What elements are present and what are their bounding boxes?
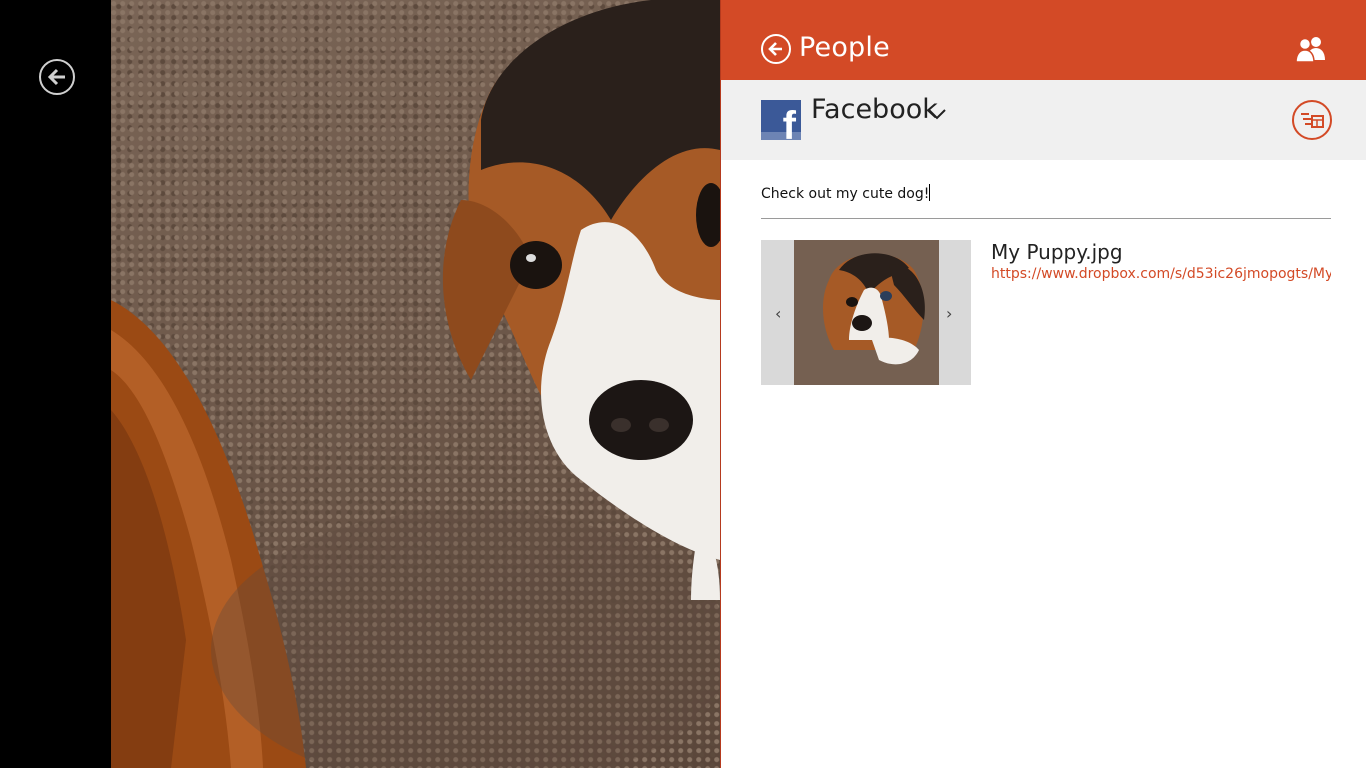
sharing-options-button[interactable] [1292, 100, 1332, 140]
attachment-file-name: My Puppy.jpg [991, 240, 1123, 264]
header-back-button[interactable] [761, 34, 791, 64]
next-image-button[interactable]: › [946, 304, 952, 323]
app-back-button[interactable] [39, 59, 75, 95]
message-input[interactable]: Check out my cute dog! [761, 184, 1331, 219]
attachment-preview: ‹ › [761, 240, 971, 385]
message-text: Check out my cute dog! [761, 186, 930, 202]
account-bar: f Facebook [721, 80, 1366, 160]
share-list-icon [1301, 113, 1324, 128]
people-icon[interactable] [1295, 36, 1327, 63]
share-pane-header: People [721, 0, 1366, 80]
account-selector[interactable]: Facebook [811, 94, 938, 125]
back-arrow-icon [47, 68, 65, 86]
back-arrow-icon [768, 42, 782, 56]
attachment-link[interactable]: https://www.dropbox.com/s/d53ic26jmopogt… [991, 266, 1331, 282]
shared-photo [111, 0, 720, 768]
left-strip [0, 0, 111, 768]
chevron-down-icon[interactable] [927, 107, 947, 121]
share-pane: People f Facebook Check out my cute dog!… [720, 0, 1366, 768]
attachment-thumbnail [794, 240, 939, 385]
puppy-photo-illustration [111, 0, 720, 768]
text-caret [929, 184, 931, 201]
prev-image-button[interactable]: ‹ [775, 304, 781, 323]
facebook-logo-icon: f [761, 100, 801, 140]
page-title: People [799, 32, 890, 63]
